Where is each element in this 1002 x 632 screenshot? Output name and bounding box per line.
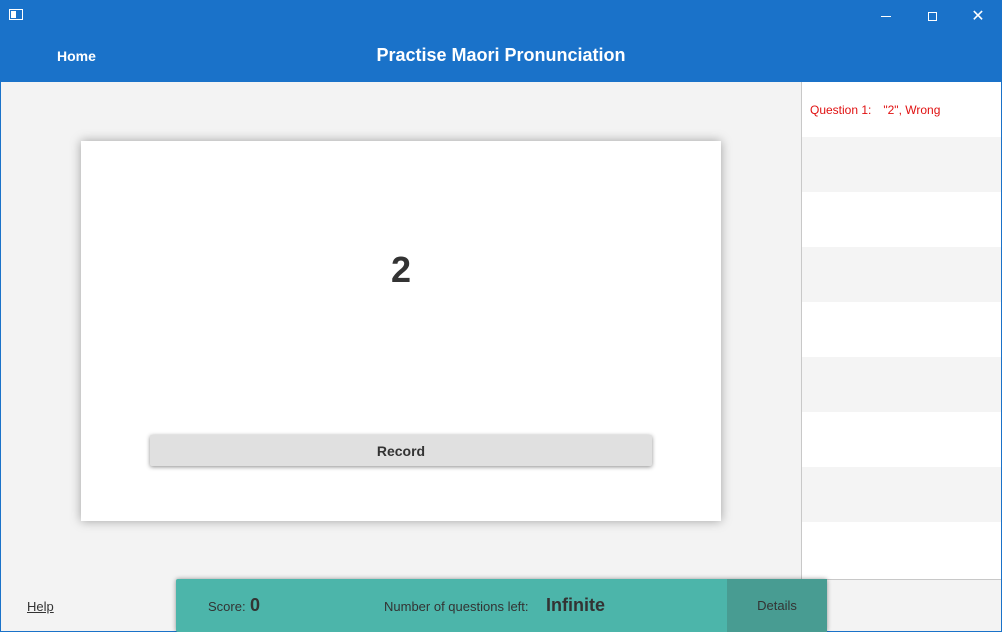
app-window: ✕ Home Practise Maori Pronunciation 2 Re… [0, 0, 1002, 632]
result-answer: "2" [883, 102, 899, 117]
score-value: 0 [250, 595, 261, 615]
list-item-empty [802, 467, 1001, 522]
minimize-icon [881, 15, 891, 17]
list-item-empty [802, 137, 1001, 192]
list-item-empty [802, 192, 1001, 247]
title-bar[interactable]: ✕ [1, 1, 1001, 31]
list-item-empty [802, 522, 1001, 577]
result-verdict: Wrong [905, 102, 941, 117]
app-window-icon [9, 9, 23, 20]
result-question-label: Question 1: [810, 102, 872, 117]
page-title: Practise Maori Pronunciation [376, 45, 626, 65]
record-button[interactable]: Record [150, 435, 652, 466]
app-header: Home Practise Maori Pronunciation [1, 31, 1001, 82]
question-card: 2 Record [81, 141, 721, 521]
maximize-button[interactable] [909, 1, 955, 31]
questions-left-label: Number of questions left: [384, 599, 529, 614]
questions-left-value: Infinite [546, 595, 605, 615]
close-button[interactable]: ✕ [955, 1, 1001, 31]
maximize-icon [927, 11, 937, 21]
details-button[interactable]: Details [727, 579, 827, 632]
status-bar: Score: 0 Number of questions left: Infin… [176, 579, 827, 632]
record-button-label: Record [376, 442, 426, 459]
help-link[interactable]: Help [27, 599, 54, 614]
list-item[interactable]: Question 1: "2", Wrong [802, 82, 1001, 137]
question-word: 2 [390, 249, 412, 290]
minimize-button[interactable] [863, 1, 909, 31]
list-item-empty [802, 247, 1001, 302]
list-item-empty [802, 357, 1001, 412]
score-label: Score: [208, 599, 246, 614]
list-item-empty [802, 412, 1001, 467]
close-icon: ✕ [971, 6, 985, 25]
results-list[interactable]: Question 1: "2", Wrong [801, 82, 1001, 580]
details-button-label: Details [757, 598, 797, 613]
list-item-empty [802, 302, 1001, 357]
